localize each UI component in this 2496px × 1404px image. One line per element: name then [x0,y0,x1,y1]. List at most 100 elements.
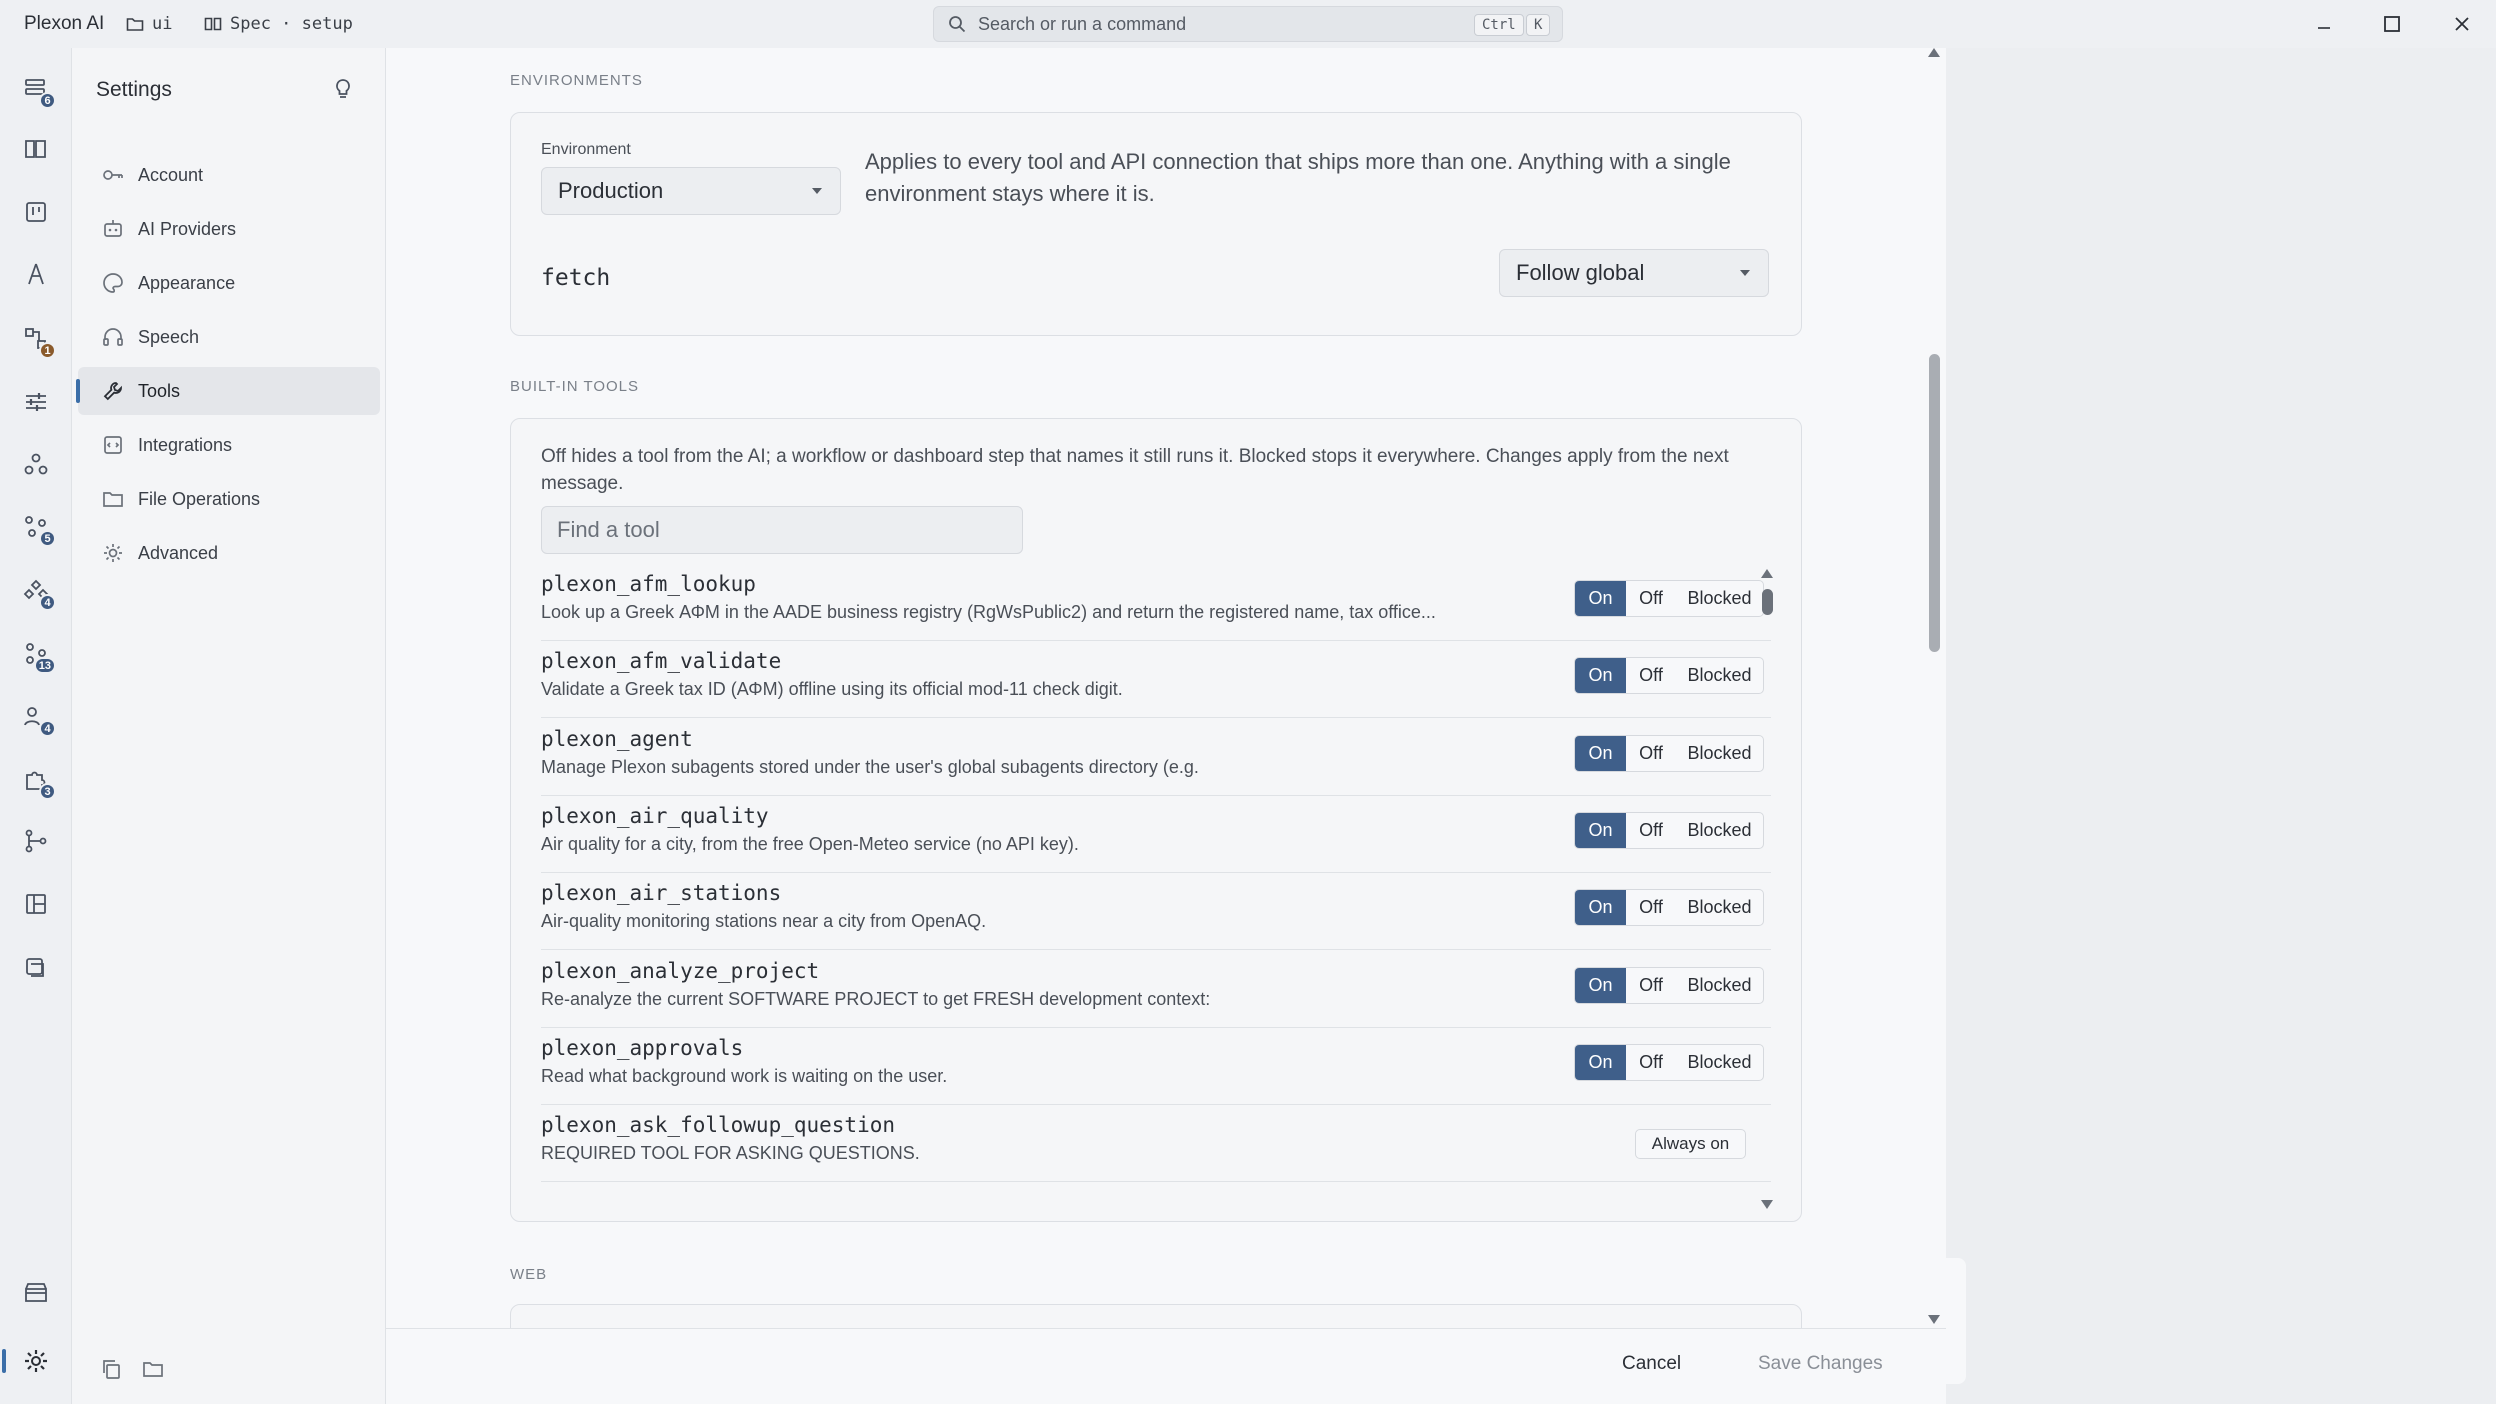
scroll-down-icon[interactable] [1928,1315,1940,1324]
toggle-blocked-option[interactable]: Blocked [1676,581,1763,616]
minimize-button[interactable] [2312,12,2336,36]
toggle-on-option[interactable]: On [1575,812,1626,848]
tool-list[interactable]: plexon_afm_lookup Look up a Greek ΑΦΜ in … [541,564,1771,1194]
toggle-off-option[interactable]: Off [1626,658,1676,693]
sidebar-item-tools[interactable]: Tools [76,367,380,415]
toggle-on-option[interactable]: On [1575,735,1626,771]
breadcrumb-folder-label: ui [152,14,173,34]
toggle-blocked-option[interactable]: Blocked [1676,968,1763,1003]
scroll-up-icon[interactable] [1928,48,1940,57]
find-tool-input[interactable] [557,517,1022,543]
web-card [510,1304,1802,1328]
rail-graph[interactable]: 5 [20,511,56,547]
builtin-tools-description: Off hides a tool from the AI; a workflow… [541,446,1729,494]
sidebar-item-appearance[interactable]: Appearance [78,259,380,307]
rail-database[interactable] [20,951,52,983]
breadcrumb-spec[interactable]: Spec · setup [204,14,353,34]
sidebar-item-ai-providers[interactable]: AI Providers [78,205,380,253]
environment-select[interactable]: Production [541,167,841,215]
find-tool-field[interactable] [541,506,1023,554]
builtin-tools-card: Off hides a tool from the AI; a workflow… [510,418,1802,1222]
scroll-up-icon[interactable] [1761,569,1773,578]
copy-button[interactable] [100,1358,122,1385]
section-environments-label: ENVIRONMENTS [510,72,643,89]
scroll-down-icon[interactable] [1761,1200,1773,1209]
breadcrumb-folder[interactable]: ui [126,14,172,34]
app-name: Plexon AI [24,13,105,34]
book-icon [25,140,46,158]
always-on-badge: Always on [1635,1129,1746,1160]
cancel-button[interactable]: Cancel [1622,1353,1681,1375]
toggle-off-option[interactable]: Off [1626,581,1676,616]
wrench-icon [103,382,122,401]
settings-scroll-area[interactable]: ENVIRONMENTS Environment Production Appl… [386,48,1946,1328]
sidebar-item-advanced[interactable]: Advanced [78,529,380,577]
toggle-off-option[interactable]: Off [1626,813,1676,848]
rail-webhooks[interactable] [20,448,52,480]
settings-main: ENVIRONMENTS Environment Production Appl… [386,48,1946,1404]
save-changes-button[interactable]: Save Changes [1758,1353,1883,1375]
toggle-blocked-option[interactable]: Blocked [1676,813,1763,848]
rail-badge: 4 [39,594,56,611]
rail-branches[interactable] [20,825,52,857]
rail-library[interactable] [20,133,52,165]
rail-settings[interactable] [20,1345,52,1377]
open-folder-button[interactable] [142,1358,164,1385]
tool-list-scroll-thumb[interactable] [1762,589,1773,615]
rail-board[interactable] [20,196,52,228]
rail-badge: 13 [33,657,56,674]
tool-row: plexon_afm_lookup Look up a Greek ΑΦΜ in … [541,564,1771,641]
tool-state-toggle: On Off Blocked [1574,811,1764,849]
plug-icon [104,436,122,454]
toggle-blocked-option[interactable]: Blocked [1676,1045,1763,1080]
toggle-blocked-option[interactable]: Blocked [1676,658,1763,693]
tool-list-scrollbar[interactable] [1759,569,1775,1209]
rail-store[interactable] [20,1277,52,1309]
fetch-environment-select[interactable]: Follow global [1499,249,1769,297]
minimize-icon [2318,27,2330,29]
toggle-blocked-option[interactable]: Blocked [1676,890,1763,925]
section-builtin-tools-label: BUILT-IN TOOLS [510,378,640,395]
toggle-off-option[interactable]: Off [1626,1045,1676,1080]
sidebar-item-file-operations[interactable]: File Operations [78,475,380,523]
close-button[interactable] [2450,12,2474,36]
rail-network[interactable]: 13 [20,638,56,674]
rail-controls[interactable] [20,386,52,418]
tool-row: plexon_agent Manage Plexon subagents stor… [541,719,1771,796]
command-search[interactable]: Search or run a command Ctrl K [933,6,1563,42]
main-scroll-thumb[interactable] [1929,354,1940,652]
tips-button[interactable] [330,76,356,107]
sidebar-item-label: Speech [138,326,200,347]
settings-sidebar: Settings Account AI Providers Appearance… [72,48,386,1404]
rail-layout[interactable] [20,888,52,920]
rail-workflows[interactable]: 1 [20,323,56,359]
activity-rail: 6 1 5 4 13 4 3 [0,48,72,1404]
git-branch-icon [25,829,47,853]
toggle-off-option[interactable]: Off [1626,890,1676,925]
rail-badge: 5 [39,530,56,547]
toggle-on-option[interactable]: On [1575,658,1626,694]
tool-description: Air quality for a city, from the free Op… [541,833,1079,854]
rail-compass[interactable] [20,258,52,290]
toggle-on-option[interactable]: On [1575,890,1626,926]
tool-row: plexon_approvals Read what background wor… [541,1028,1771,1105]
toggle-on-option[interactable]: On [1575,581,1626,616]
sidebar-item-account[interactable]: Account [78,151,380,199]
rail-plugins[interactable]: 3 [20,764,56,800]
copy-icon [103,1360,120,1379]
main-scrollbar[interactable] [1926,48,1942,1328]
folder-icon [143,1362,163,1377]
toggle-off-option[interactable]: Off [1626,736,1676,771]
rail-integrations[interactable]: 4 [20,575,56,611]
toggle-on-option[interactable]: On [1575,967,1626,1003]
kbd-k: K [1526,14,1551,36]
toggle-on-option[interactable]: On [1575,1044,1626,1080]
rail-conversations[interactable]: 6 [20,73,56,109]
rail-team[interactable]: 4 [20,701,56,737]
toggle-off-option[interactable]: Off [1626,968,1676,1003]
sidebar-item-integrations[interactable]: Integrations [78,421,380,469]
search-icon [949,16,966,33]
toggle-blocked-option[interactable]: Blocked [1676,736,1763,771]
sidebar-item-speech[interactable]: Speech [78,313,380,361]
maximize-button[interactable] [2380,12,2404,36]
